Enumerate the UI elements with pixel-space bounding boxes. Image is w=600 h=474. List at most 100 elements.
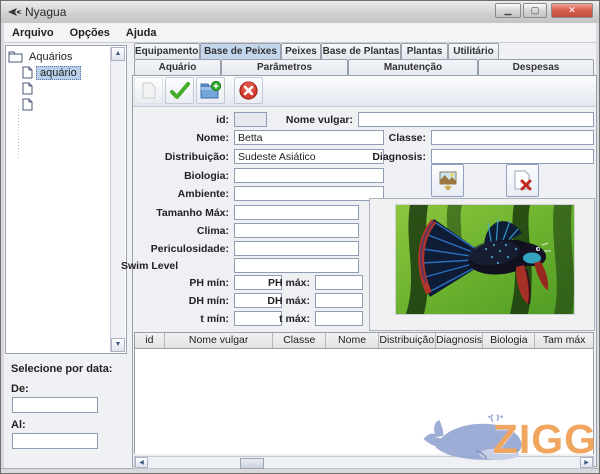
scrollbar-thumb[interactable]	[240, 458, 264, 469]
load-image-button[interactable]	[431, 164, 464, 197]
col-nome[interactable]: Nome	[326, 333, 379, 348]
tab-base-de-peixes[interactable]: Base de Peixes	[200, 43, 281, 59]
tamanho-max-label: Tamanho Máx:	[156, 207, 229, 219]
t-min-label: t mín:	[200, 313, 229, 325]
document-icon	[22, 98, 33, 111]
dh-max-field[interactable]	[315, 293, 363, 308]
tab-manutencao[interactable]: Manutenção	[348, 59, 478, 75]
maximize-button[interactable]: ▢	[523, 3, 547, 18]
page-delete-icon	[514, 170, 531, 190]
periculosidade-field[interactable]	[234, 241, 359, 256]
date-to-input[interactable]	[12, 433, 98, 449]
ph-max-field[interactable]	[315, 275, 363, 290]
clima-field[interactable]	[234, 223, 359, 238]
toolbar	[133, 76, 596, 107]
document-icon	[22, 66, 33, 79]
picture-icon	[439, 171, 456, 191]
window-frame-left	[1, 23, 4, 473]
classe-field[interactable]	[431, 130, 594, 145]
app-icon	[8, 8, 22, 16]
periculosidade-label: Periculosidade:	[150, 243, 229, 255]
distribuicao-label: Distribuição:	[164, 151, 229, 163]
tab-plantas[interactable]: Plantas	[401, 43, 448, 59]
tree-item-blank-1[interactable]	[22, 81, 42, 96]
blank-document-icon	[141, 82, 156, 99]
t-max-field[interactable]	[315, 311, 363, 326]
tab-base-de-plantas[interactable]: Base de Plantas	[321, 43, 401, 59]
dh-min-label: DH mín:	[188, 295, 229, 307]
menu-ajuda[interactable]: Ajuda	[118, 25, 165, 41]
application-window: Nyagua ▁ ▢ ✕ Arquivo Opções Ajuda Aquári…	[0, 0, 600, 474]
window-title: Nyagua	[25, 5, 67, 19]
document-icon	[22, 82, 33, 95]
dh-max-label: DH máx:	[267, 295, 310, 307]
menu-arquivo[interactable]: Arquivo	[4, 25, 62, 41]
ambiente-field[interactable]	[234, 186, 384, 201]
scroll-left-icon[interactable]: ◀	[135, 457, 148, 468]
confirm-button[interactable]	[165, 77, 194, 104]
col-tam-max[interactable]: Tam máx	[535, 333, 593, 348]
tab-parametros[interactable]: Parâmetros	[221, 59, 348, 75]
swim-level-label: Swim Level	[121, 260, 179, 272]
tree-guide-line	[18, 106, 19, 158]
diagnosis-field[interactable]	[431, 149, 594, 164]
red-cancel-icon	[239, 81, 258, 100]
col-nome-vulgar[interactable]: Nome vulgar	[165, 333, 274, 348]
close-button[interactable]: ✕	[551, 3, 593, 18]
folder-icon	[8, 51, 23, 62]
diagnosis-label: Diagnosis:	[372, 151, 426, 163]
cancel-button[interactable]	[234, 77, 263, 104]
col-distribuicao[interactable]: Distribuição	[379, 333, 436, 348]
tab-utilitario[interactable]: Utilitário	[448, 43, 499, 59]
menu-bar: Arquivo Opções Ajuda	[4, 23, 596, 43]
biologia-label: Biologia:	[184, 170, 229, 182]
green-check-icon	[169, 81, 190, 99]
tree-item-aquario[interactable]: aquário	[22, 65, 81, 80]
ph-min-label: PH mín:	[189, 277, 229, 289]
col-diagnosis[interactable]: Diagnosis	[436, 333, 484, 348]
clima-label: Clima:	[196, 225, 229, 237]
tab-peixes[interactable]: Peixes	[281, 43, 321, 59]
scroll-up-icon[interactable]: ▲	[111, 47, 125, 61]
remove-image-button[interactable]	[506, 164, 539, 197]
tree-root-label: Aquários	[29, 50, 73, 63]
scroll-down-icon[interactable]: ▼	[111, 338, 125, 352]
tree-item-blank-2[interactable]	[22, 97, 42, 112]
date-filter-panel: Selecione por data: De: Al:	[5, 357, 127, 467]
nome-label: Nome:	[196, 132, 229, 144]
nome-vulgar-field[interactable]	[358, 112, 594, 127]
fish-table-header: id Nome vulgar Classe Nome Distribuição …	[135, 333, 593, 349]
tab-aquario[interactable]: Aquário	[134, 59, 221, 75]
col-biologia[interactable]: Biologia	[483, 333, 536, 348]
biologia-field[interactable]	[234, 168, 384, 183]
fish-table-body	[135, 349, 593, 454]
date-from-input[interactable]	[12, 397, 98, 413]
t-max-label: t máx:	[279, 313, 310, 325]
date-from-label: De:	[11, 383, 29, 395]
tab-equipamentos[interactable]: Equipamentos	[134, 43, 200, 59]
folder-add-icon	[200, 81, 221, 99]
swim-level-field[interactable]	[234, 258, 359, 273]
col-classe[interactable]: Classe	[273, 333, 327, 348]
tree-item-label: aquário	[36, 65, 81, 80]
nome-vulgar-label: Nome vulgar:	[285, 114, 353, 126]
betta-fish-photo	[395, 204, 575, 315]
date-filter-title: Selecione por data:	[11, 363, 113, 375]
id-label: id:	[216, 114, 229, 126]
fish-table[interactable]: id Nome vulgar Classe Nome Distribuição …	[134, 332, 594, 454]
ph-max-label: PH máx:	[267, 277, 310, 289]
tamanho-max-field[interactable]	[234, 205, 359, 220]
classe-label: Classe:	[388, 132, 426, 144]
tab-despesas[interactable]: Despesas	[478, 59, 594, 75]
add-record-button[interactable]	[196, 77, 225, 104]
title-bar[interactable]: Nyagua ▁ ▢ ✕	[1, 1, 599, 24]
date-to-label: Al:	[11, 419, 26, 431]
table-horizontal-scrollbar[interactable]: ◀ ▶	[134, 456, 594, 469]
tree-root-aquarios[interactable]: Aquários	[8, 49, 75, 64]
menu-opcoes[interactable]: Opções	[62, 25, 118, 41]
new-record-button[interactable]	[134, 77, 163, 104]
minimize-button[interactable]: ▁	[495, 3, 521, 18]
col-id[interactable]: id	[135, 333, 165, 348]
fish-image-panel	[369, 198, 595, 331]
scroll-right-icon[interactable]: ▶	[580, 457, 593, 468]
